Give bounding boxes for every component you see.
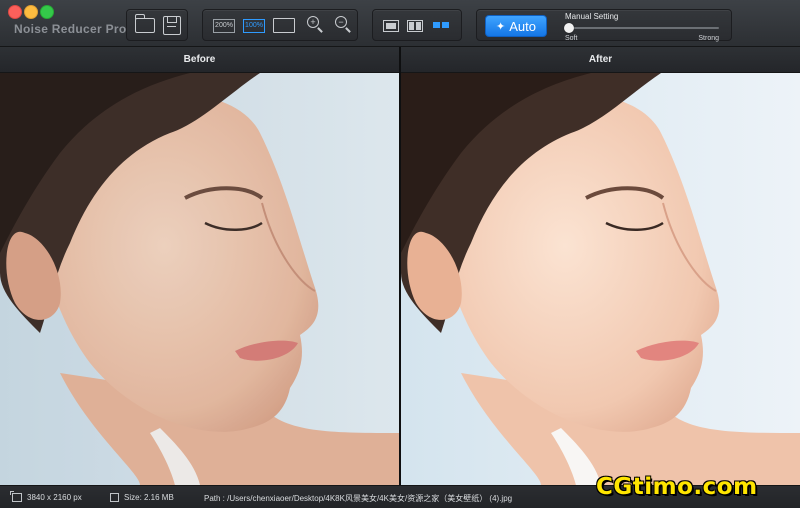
fit-to-window-icon[interactable] [273, 18, 295, 33]
file-button-group [126, 9, 188, 41]
strength-slider-thumb[interactable] [564, 23, 574, 33]
minimize-window-button[interactable] [24, 5, 38, 19]
dimensions-icon [10, 491, 22, 502]
zoom-out-icon[interactable]: − [335, 16, 347, 28]
app-title: Noise Reducer Pro [14, 22, 127, 36]
portrait-image-after [401, 73, 800, 485]
before-image[interactable] [0, 73, 399, 485]
file-size: Size: 2.16 MB [110, 493, 174, 502]
side-by-side-view-icon[interactable] [433, 22, 449, 28]
zoom-200-button[interactable]: 200% [213, 19, 235, 33]
split-view-icon[interactable] [407, 20, 423, 32]
dimensions-text: 3840 x 2160 px [27, 493, 82, 502]
before-panel-header: Before [0, 47, 399, 73]
image-dimensions: 3840 x 2160 px [10, 491, 82, 502]
after-panel-header: After [401, 47, 800, 73]
auto-button-label: Auto [509, 18, 536, 34]
watermark: CGtimo.com [596, 474, 758, 500]
file-path-text: Path : /Users/chenxiaoer/Desktop/4K8K风景美… [204, 494, 513, 503]
file-size-icon [110, 493, 119, 502]
file-path: Path : /Users/chenxiaoer/Desktop/4K8K风景美… [204, 493, 512, 504]
strength-slider-track[interactable] [569, 27, 719, 29]
slider-min-label: Soft [565, 35, 578, 42]
magic-wand-icon: ✦ [496, 20, 506, 33]
denoise-controls: ✦ Auto Manual Setting Soft Strong [476, 9, 732, 42]
zoom-window-button[interactable] [40, 5, 54, 19]
zoom-100-button[interactable]: 100% [243, 19, 265, 33]
toolbar: Noise Reducer Pro 200% 100% + − ✦ Auto M… [0, 0, 800, 47]
manual-setting-label: Manual Setting [565, 12, 619, 21]
zoom-in-icon[interactable]: + [307, 16, 319, 28]
portrait-image-before [0, 73, 399, 485]
close-window-button[interactable] [8, 5, 22, 19]
view-mode-group [372, 9, 462, 41]
after-image[interactable] [401, 73, 800, 485]
file-size-text: Size: 2.16 MB [124, 493, 174, 502]
zoom-button-group: 200% 100% + − [202, 9, 358, 41]
save-icon[interactable] [163, 16, 181, 35]
auto-button[interactable]: ✦ Auto [485, 15, 547, 37]
folder-open-icon[interactable] [134, 14, 155, 33]
single-view-icon[interactable] [383, 20, 399, 32]
slider-max-label: Strong [698, 35, 719, 42]
app-window: Noise Reducer Pro 200% 100% + − ✦ Auto M… [0, 0, 800, 508]
